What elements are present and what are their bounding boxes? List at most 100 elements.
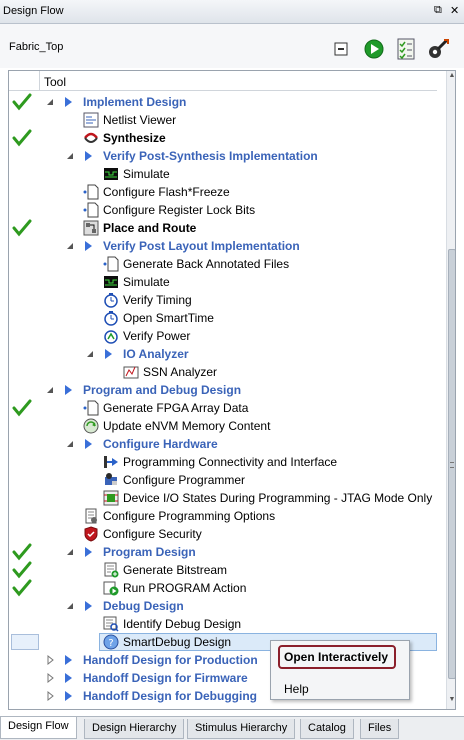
- tree-row-label: Run PROGRAM Action: [123, 581, 247, 595]
- scrollbar-thumb[interactable]: [448, 249, 455, 679]
- tree-tool-row[interactable]: Device I/O States During Programming - J…: [9, 489, 437, 507]
- place-route-icon: [83, 220, 99, 236]
- tree-section-row[interactable]: Program and Debug Design: [9, 381, 437, 399]
- bottom-tabs: Design Flow Design Hierarchy Stimulus Hier…: [0, 716, 464, 740]
- tree-tool-row[interactable]: Place and Route: [9, 219, 437, 237]
- tree-row-label: Configure Register Lock Bits: [103, 203, 256, 217]
- tree-tool-row[interactable]: Netlist Viewer: [9, 111, 437, 129]
- tree-tool-row[interactable]: Verify Power: [9, 327, 437, 345]
- tree-row-label: Place and Route: [103, 221, 197, 235]
- tree-section-row[interactable]: Configure Hardware: [9, 435, 437, 453]
- tree-section-row[interactable]: Verify Post Layout Implementation: [9, 237, 437, 255]
- expand-triangle-icon[interactable]: [85, 348, 95, 358]
- tree-row-label: Update eNVM Memory Content: [103, 419, 271, 433]
- check-icon: [12, 399, 32, 417]
- tree-row-label: Simulate: [123, 167, 170, 181]
- tree-tool-row[interactable]: Generate Bitstream: [9, 561, 437, 579]
- tree-tool-row[interactable]: Run PROGRAM Action: [9, 579, 437, 597]
- tab-design-hierarchy[interactable]: Design Hierarchy: [84, 719, 185, 739]
- io-states-icon: [103, 490, 119, 506]
- expand-triangle-icon[interactable]: [65, 438, 75, 448]
- tree-tool-row[interactable]: Generate Back Annotated Files: [9, 255, 437, 273]
- check-icon: [12, 579, 32, 597]
- tree-row-label: Configure Programming Options: [103, 509, 276, 523]
- tab-design-flow[interactable]: Design Flow: [0, 717, 77, 739]
- power-icon: [103, 328, 119, 344]
- tree-tool-row[interactable]: SSN Analyzer: [9, 363, 437, 381]
- expand-triangle-icon[interactable]: [65, 600, 75, 610]
- tree-row-label: Identify Debug Design: [123, 617, 242, 631]
- tree-tool-row[interactable]: Verify Timing: [9, 291, 437, 309]
- menu-item-open-interactively[interactable]: Open Interactively: [271, 645, 409, 669]
- collapsed-triangle-icon[interactable]: [45, 654, 55, 666]
- tree-tool-row[interactable]: Configure Programming Options: [9, 507, 437, 525]
- expand-triangle-icon[interactable]: [45, 96, 55, 106]
- tree-row-label: Program Design: [103, 545, 196, 559]
- tree-tool-row[interactable]: Configure Register Lock Bits: [9, 201, 437, 219]
- status-column-divider: [39, 71, 40, 91]
- status-cell: [11, 634, 39, 650]
- tab-stimulus-hierarchy[interactable]: Stimulus Hierarchy: [187, 719, 296, 739]
- config-doc-icon: [83, 202, 99, 218]
- config-doc-icon: [83, 400, 99, 416]
- collapsed-triangle-icon[interactable]: [45, 672, 55, 684]
- tree-tool-row[interactable]: Configure Programmer: [9, 471, 437, 489]
- expand-triangle-icon[interactable]: [45, 384, 55, 394]
- tree-tool-row[interactable]: Configure Flash*Freeze: [9, 183, 437, 201]
- expand-triangle-icon[interactable]: [65, 240, 75, 250]
- options-button[interactable]: [427, 38, 449, 60]
- tree-section-row[interactable]: IO Analyzer: [9, 345, 437, 363]
- restore-icon[interactable]: ⧉: [434, 4, 442, 17]
- tree-tool-row[interactable]: Update eNVM Memory Content: [9, 417, 437, 435]
- tree-row-label: Configure Programmer: [123, 473, 246, 487]
- expand-triangle-icon[interactable]: [65, 546, 75, 556]
- tree-row-label: IO Analyzer: [123, 347, 189, 361]
- tree-tool-row[interactable]: Configure Security: [9, 525, 437, 543]
- tree-row-label: Generate FPGA Array Data: [103, 401, 249, 415]
- section-arrow-icon: [63, 672, 73, 684]
- tool-column-label[interactable]: Tool: [44, 75, 66, 89]
- tree-row-label: Debug Design: [103, 599, 184, 613]
- vertical-scrollbar[interactable]: ▲ ▼: [446, 71, 455, 709]
- section-arrow-icon: [83, 600, 93, 612]
- prog-options-icon: [83, 508, 99, 524]
- tree-row-label: SSN Analyzer: [143, 365, 218, 379]
- section-arrow-icon: [63, 690, 73, 702]
- tab-files[interactable]: Files: [360, 719, 400, 739]
- scroll-down-icon[interactable]: ▼: [447, 696, 455, 708]
- tree-tool-row[interactable]: Simulate: [9, 273, 437, 291]
- tree-section-row[interactable]: Debug Design: [9, 597, 437, 615]
- panel-title: Design Flow: [3, 5, 64, 17]
- tree-tool-row[interactable]: Identify Debug Design: [9, 615, 437, 633]
- tree-row-label: Netlist Viewer: [103, 113, 177, 127]
- tab-catalog[interactable]: Catalog: [300, 719, 354, 739]
- expand-triangle-icon[interactable]: [65, 150, 75, 160]
- grip-icon: [450, 462, 454, 468]
- tree-row-label: Program and Debug Design: [83, 383, 242, 397]
- collapse-all-button[interactable]: [330, 38, 352, 60]
- section-arrow-icon: [83, 240, 93, 252]
- tree-row-label: Generate Back Annotated Files: [123, 257, 290, 271]
- tree-tool-row[interactable]: Open SmartTime: [9, 309, 437, 327]
- close-icon[interactable]: ✕: [450, 4, 459, 17]
- menu-item-help[interactable]: Help: [271, 677, 409, 699]
- smartdebug-icon: ?: [103, 634, 119, 650]
- tree-tool-row[interactable]: Programming Connectivity and Interface: [9, 453, 437, 471]
- check-icon: [12, 561, 32, 579]
- tree-row-label: Configure Flash*Freeze: [103, 185, 230, 199]
- collapsed-triangle-icon[interactable]: [45, 690, 55, 702]
- tree-section-row[interactable]: Implement Design: [9, 93, 437, 111]
- run-button[interactable]: [363, 38, 385, 60]
- timing-icon: [103, 292, 119, 308]
- scroll-up-icon[interactable]: ▲: [447, 72, 455, 84]
- tree-tool-row[interactable]: Synthesize: [9, 129, 437, 147]
- tree-tool-row[interactable]: Generate FPGA Array Data: [9, 399, 437, 417]
- tree-row-label: Implement Design: [83, 95, 187, 109]
- tree-row-label: Simulate: [123, 275, 170, 289]
- report-button[interactable]: [395, 38, 417, 60]
- tree-row-label: Handoff Design for Firmware: [83, 671, 248, 685]
- tree-row-label: SmartDebug Design: [123, 635, 232, 649]
- tree-tool-row[interactable]: Simulate: [9, 165, 437, 183]
- tree-section-row[interactable]: Verify Post-Synthesis Implementation: [9, 147, 437, 165]
- tree-section-row[interactable]: Program Design: [9, 543, 437, 561]
